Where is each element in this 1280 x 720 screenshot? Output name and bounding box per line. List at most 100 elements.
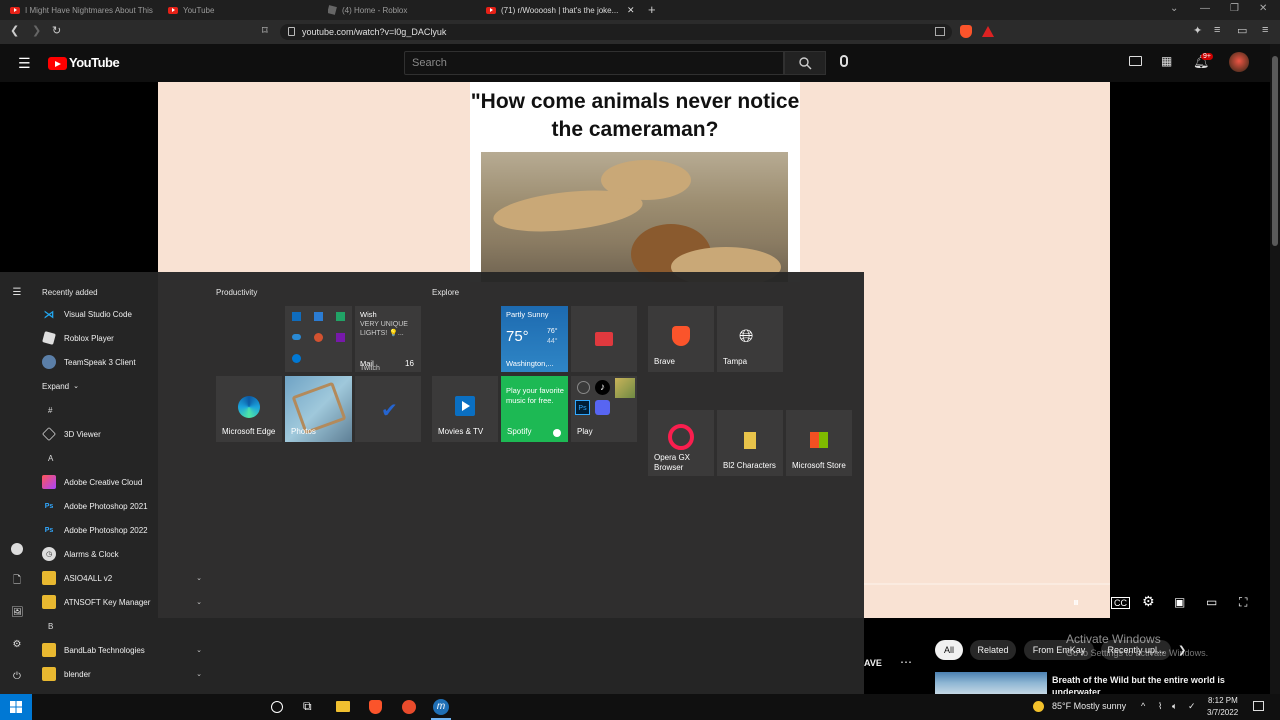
hamburger-menu-icon[interactable]: ☰ (18, 55, 31, 72)
bl2-characters-tile[interactable]: Bl2 Characters (717, 410, 783, 476)
settings-gear-icon[interactable]: ⚙ (1142, 593, 1155, 610)
browser-tab[interactable]: I Might Have Nightmares About This (10, 2, 160, 18)
start-hamburger-icon[interactable]: ☰ (11, 287, 23, 299)
app-photoshop-2022[interactable]: Ps Adobe Photoshop 2022 (42, 520, 202, 540)
steam-icon[interactable]: ✓ (1188, 701, 1196, 712)
app-visual-studio-code[interactable]: ⋊ Visual Studio Code (42, 304, 202, 324)
mail-tile[interactable]: Wish VERY UNIQUE LIGHTS! 💡... Mail Twitc… (355, 306, 421, 372)
weather-sun-icon[interactable] (1033, 701, 1044, 712)
play-folder-tile[interactable]: ♪ Ps Play (571, 376, 637, 442)
install-app-icon[interactable] (935, 27, 945, 36)
youtube-logo-icon[interactable] (48, 57, 67, 70)
youtube-favicon-icon (486, 6, 496, 14)
expand-button[interactable]: Expand ⌄ (42, 376, 122, 396)
app-alarms-clock[interactable]: ◷ Alarms & Clock (42, 544, 202, 564)
restore-icon[interactable]: ❐ (1230, 3, 1239, 14)
tampa-tile[interactable]: 🌐︎ Tampa (717, 306, 783, 372)
todo-tile[interactable]: ✔ (355, 376, 421, 442)
start-button[interactable] (0, 694, 32, 720)
app-atnsoft[interactable]: ATNSOFT Key Manager ⌄ (42, 592, 202, 612)
fullscreen-icon[interactable]: ⛶ (1239, 595, 1247, 610)
avatar[interactable] (1229, 52, 1249, 72)
browser-tab[interactable]: YouTube (168, 2, 318, 18)
office-apps-tile[interactable] (285, 306, 352, 372)
playlist-icon[interactable]: ≡ (1214, 24, 1220, 36)
photos-tile[interactable]: Photos (285, 376, 352, 442)
chevron-down-icon: ⌄ (196, 599, 202, 606)
tray-chevron-up-icon[interactable]: ^ (1141, 701, 1145, 711)
app-bandlab[interactable]: BandLab Technologies ⌄ (42, 640, 202, 660)
bookmark-icon[interactable]: ⌑ (262, 24, 268, 37)
roblox-studio-taskbar-icon[interactable] (402, 700, 416, 714)
apps-grid-icon[interactable]: ▦ (1161, 54, 1172, 68)
app-roblox-player[interactable]: Roblox Player (42, 328, 202, 348)
weather-tile[interactable]: Partly Sunny 75° 76° 44° Washington,... (501, 306, 568, 372)
spotify-tile[interactable]: Play your favorite music for free. Spoti… (501, 376, 568, 442)
window-close-icon[interactable]: ✕ (1259, 3, 1267, 14)
recommended-video-title[interactable]: Breath of the Wild but the entire world … (1052, 674, 1252, 694)
reload-icon[interactable]: ↻ (52, 24, 61, 37)
volume-icon[interactable]: 🔈︎ (1172, 701, 1177, 712)
app-3d-viewer[interactable]: 3D Viewer (42, 424, 202, 444)
taskbar-weather[interactable]: 85°F Mostly sunny (1052, 701, 1126, 711)
browser-menu-icon[interactable]: ≡ (1262, 24, 1268, 36)
app-asio4all[interactable]: ASIO4ALL v2 ⌄ (42, 568, 202, 588)
search-input[interactable]: Search (404, 51, 784, 75)
app-adobe-creative-cloud[interactable]: Adobe Creative Cloud (42, 472, 202, 492)
brave-shields-icon[interactable] (960, 25, 972, 38)
chip-related[interactable]: Related (970, 640, 1016, 660)
minimize-icon[interactable]: — (1200, 3, 1210, 14)
microphone-icon[interactable] (840, 55, 848, 67)
youtube-logo-text[interactable]: YouTube (69, 55, 120, 70)
new-tab-button[interactable]: + (648, 2, 656, 17)
letter-header[interactable]: B (48, 622, 53, 631)
back-icon[interactable]: ❮ (10, 24, 19, 37)
clock-date[interactable]: 3/7/2022 (1207, 708, 1238, 717)
letter-header[interactable]: # (48, 406, 52, 415)
clock-time[interactable]: 8:12 PM (1208, 696, 1238, 705)
power-icon[interactable]: ⏻ (11, 671, 23, 683)
app-teamspeak[interactable]: TeamSpeak 3 Client (42, 352, 202, 372)
settings-icon[interactable]: ⚙ (11, 639, 23, 651)
news-tile[interactable] (571, 306, 637, 372)
search-button[interactable] (784, 51, 826, 75)
app-photoshop-2021[interactable]: Ps Adobe Photoshop 2021 (42, 496, 202, 516)
cortana-icon[interactable] (271, 701, 283, 713)
chip-all[interactable]: All (935, 640, 963, 660)
tab-search-icon[interactable]: ⌄ (1170, 3, 1178, 14)
brave-tile[interactable]: Brave (648, 306, 714, 372)
close-tab-icon[interactable]: ✕ (627, 5, 635, 16)
captions-icon[interactable]: CC (1111, 597, 1130, 609)
action-center-icon[interactable] (1253, 701, 1264, 711)
wallet-icon[interactable]: ▭ (1237, 24, 1247, 37)
url-field[interactable]: youtube.com/watch?v=l0g_DAClyuk (280, 24, 952, 40)
user-account-icon[interactable] (11, 543, 23, 555)
browser-tab[interactable]: (4) Home - Roblox (328, 2, 478, 18)
network-icon[interactable]: ⌇ (1158, 701, 1162, 712)
forward-icon[interactable]: ❯ (32, 24, 41, 37)
create-video-icon[interactable] (1129, 56, 1142, 66)
file-explorer-icon[interactable] (336, 701, 350, 712)
documents-icon[interactable]: 🗋 (11, 575, 23, 587)
extensions-icon[interactable]: ✦ (1193, 24, 1202, 37)
movies-tv-tile[interactable]: Movies & TV (432, 376, 498, 442)
task-view-icon[interactable]: ⧉ (303, 699, 312, 714)
browser-tab-active[interactable]: (71) r/Woooosh | that's the joke... ✕ (486, 2, 638, 18)
miniplayer-icon[interactable]: ▣ (1174, 595, 1185, 609)
edge-tile[interactable]: Microsoft Edge (216, 376, 282, 442)
more-actions-icon[interactable]: ⋯ (900, 655, 912, 669)
microsoft-store-tile[interactable]: Microsoft Store (786, 410, 852, 476)
save-button[interactable]: AVE (864, 658, 882, 668)
scrollbar-thumb[interactable] (1272, 56, 1278, 246)
recommended-video-thumbnail[interactable] (935, 672, 1047, 694)
app-taskbar-icon[interactable]: m (433, 699, 449, 715)
autoplay-toggle[interactable]: ⏸︎ (1073, 595, 1079, 610)
opera-gx-tile[interactable]: Opera GX Browser (648, 410, 714, 476)
letter-header[interactable]: A (48, 454, 53, 463)
theater-mode-icon[interactable]: ▭ (1206, 595, 1217, 609)
app-blender[interactable]: blender ⌄ (42, 664, 202, 684)
pictures-icon[interactable]: 🖼︎ (11, 607, 24, 619)
brave-taskbar-icon[interactable] (369, 700, 382, 714)
video-progress-bar[interactable] (864, 583, 1110, 585)
brave-rewards-icon[interactable] (982, 26, 994, 37)
